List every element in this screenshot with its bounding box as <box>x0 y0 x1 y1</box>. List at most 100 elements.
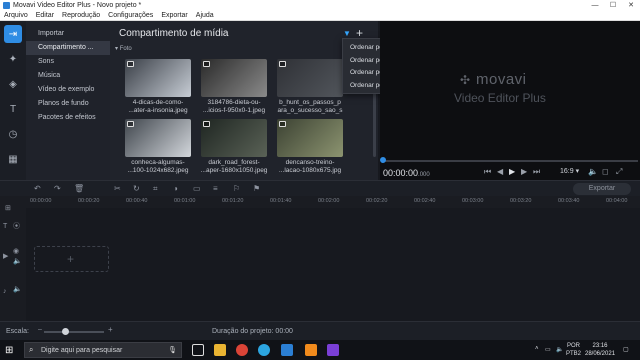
movavi-taskbar-icon[interactable] <box>281 344 293 356</box>
notifications-icon[interactable]: ▢ <box>623 346 629 353</box>
step-forward-icon[interactable]: ▶ <box>521 167 527 176</box>
ruler-tick-label: 00:01:40 <box>270 198 292 204</box>
scrubber-handle[interactable] <box>380 157 386 163</box>
play-icon[interactable]: ▶ <box>509 167 515 176</box>
window-title: Movavi Video Editor Plus - Novo projeto … <box>13 2 142 9</box>
ruler-tick-label: 00:01:20 <box>222 198 244 204</box>
media-thumbnail[interactable] <box>201 59 267 97</box>
video-track-icon: ▶ <box>3 253 9 260</box>
player-brand: movavi <box>476 71 527 88</box>
delete-icon[interactable]: 🗑 <box>74 184 84 193</box>
close-button[interactable]: ✕ <box>622 0 640 11</box>
menu-arquivo[interactable]: Arquivo <box>4 11 28 20</box>
category-compartimento[interactable]: Compartimento ... <box>26 41 110 55</box>
aspect-ratio-select[interactable]: 16:9 ▾ <box>560 167 579 175</box>
category-importar[interactable]: Importar <box>26 27 110 41</box>
ruler-tick-label: 00:04:00 <box>606 198 628 204</box>
media-thumbnail-label: b_hunt_os_passos_p ara_o_sucesso_sao_s <box>277 99 343 114</box>
sort-filter-icon[interactable]: ▼ <box>343 30 351 38</box>
add-clip-icon[interactable]: + <box>67 252 74 266</box>
skip-back-icon[interactable]: ⏮ <box>484 167 491 177</box>
import-tool-icon[interactable]: ⇥ <box>4 25 22 43</box>
transition-icon[interactable]: ▭ <box>193 184 201 193</box>
volume-tray-icon[interactable]: 🔈 <box>556 346 563 353</box>
crop-icon[interactable]: ⌗ <box>153 184 158 194</box>
titles-tool-icon[interactable]: T <box>4 100 22 118</box>
app-icon[interactable] <box>327 344 339 356</box>
audio-track-mute-icon[interactable]: 🔈 <box>13 285 22 293</box>
zoom-in-icon[interactable]: + <box>108 325 113 334</box>
fullscreen-icon[interactable]: ⤢ <box>616 167 622 177</box>
category-sons[interactable]: Sons <box>26 55 110 69</box>
category-planos-fundo[interactable]: Planos de fundo <box>26 97 110 111</box>
rotate-icon[interactable]: ↻ <box>133 184 140 193</box>
volume-icon[interactable]: 🔈 <box>588 167 598 176</box>
zoom-slider[interactable] <box>44 331 104 333</box>
movavi-logo-icon: ✣ <box>460 73 471 87</box>
playback-scrubber[interactable] <box>382 160 638 162</box>
snapshot-icon[interactable]: ◻ <box>602 167 609 176</box>
image-type-icon <box>279 121 286 127</box>
zoom-slider-handle[interactable] <box>62 328 69 335</box>
timeline-ruler[interactable]: 00:00:00 00:00:20 00:00:40 00:01:00 00:01:20… <box>26 196 640 208</box>
menu-bar: Arquivo Editar Reprodução Configurações … <box>0 11 640 21</box>
category-video-exemplo[interactable]: Vídeo de exemplo <box>26 83 110 97</box>
category-musica[interactable]: Música <box>26 69 110 83</box>
taskbar-search[interactable]: ⌕ Digite aqui para pesquisar 🎙 <box>24 342 182 358</box>
language-indicator[interactable]: POR PTB2 <box>566 342 581 358</box>
zoom-out-icon[interactable]: – <box>38 326 42 333</box>
image-type-icon <box>203 121 210 127</box>
media-thumbnail[interactable] <box>125 59 191 97</box>
windows-start-icon[interactable]: ⊞ <box>5 345 13 356</box>
more-tools-icon[interactable]: ▦ <box>4 150 22 168</box>
media-thumbnail[interactable] <box>277 119 343 157</box>
player-preview: ✣ movavi Video Editor Plus 00:00:00.000 … <box>380 21 640 180</box>
video-track-visibility-icon[interactable]: ◉ <box>13 247 19 255</box>
tray-chevron-icon[interactable]: ˄ <box>535 346 539 352</box>
image-type-icon <box>279 61 286 67</box>
video-track-mute-icon[interactable]: 🔈 <box>13 257 22 265</box>
magic-tool-icon[interactable]: ✦ <box>4 50 22 68</box>
search-icon: ⌕ <box>29 345 34 354</box>
category-pacotes-efeitos[interactable]: Pacotes de efeitos <box>26 111 110 125</box>
menu-editar[interactable]: Editar <box>36 11 54 20</box>
step-back-icon[interactable]: ◀ <box>497 167 503 176</box>
menu-configuracoes[interactable]: Configurações <box>108 11 153 20</box>
color-adjust-icon[interactable]: ◑ <box>173 184 178 193</box>
minimize-button[interactable]: — <box>586 0 604 11</box>
section-foto[interactable]: ▾ Foto <box>115 45 132 52</box>
microphone-icon[interactable]: 🎙 <box>168 346 177 354</box>
chrome-icon[interactable] <box>236 344 248 356</box>
marker-icon[interactable]: ⚐ <box>233 184 240 193</box>
redo-icon[interactable]: ↷ <box>54 184 61 193</box>
add-track-icon[interactable]: ⊞ <box>5 204 11 212</box>
file-explorer-icon[interactable] <box>214 344 226 356</box>
menu-ajuda[interactable]: Ajuda <box>196 11 214 20</box>
title-bar: Movavi Video Editor Plus - Novo projeto … <box>0 0 640 11</box>
media-thumbnail[interactable] <box>201 119 267 157</box>
menu-exportar[interactable]: Exportar <box>161 11 187 20</box>
menu-reproducao[interactable]: Reprodução <box>62 11 100 20</box>
maximize-button[interactable]: ☐ <box>604 0 622 11</box>
export-button[interactable]: Exportar <box>573 183 631 195</box>
title-track-lock-icon[interactable]: ⦿ <box>13 221 20 231</box>
task-view-icon[interactable] <box>192 344 204 356</box>
undo-icon[interactable]: ↶ <box>34 184 41 193</box>
filters-tool-icon[interactable]: ◈ <box>4 75 22 93</box>
timeline-tracks[interactable]: + <box>26 208 640 321</box>
flag-icon[interactable]: ⚑ <box>253 184 260 193</box>
split-icon[interactable]: ✂ <box>114 184 121 193</box>
drop-media-zone[interactable]: + <box>34 246 109 272</box>
telegram-icon[interactable] <box>258 344 270 356</box>
network-icon[interactable]: ▭ <box>545 346 551 353</box>
audio-track-icon: ♪ <box>3 288 7 295</box>
audio-icon[interactable]: ≡ <box>213 184 218 193</box>
ruler-tick-label: 00:01:00 <box>174 198 196 204</box>
track-controls: ⊞ T ⦿ ▶ ◉ 🔈 ♪ 🔈 <box>0 196 26 321</box>
clock[interactable]: 23:16 28/06/2021 <box>585 342 615 358</box>
media-thumbnail[interactable] <box>277 59 343 97</box>
vlc-icon[interactable] <box>305 344 317 356</box>
stickers-tool-icon[interactable]: ◷ <box>4 125 22 143</box>
media-thumbnail[interactable] <box>125 119 191 157</box>
skip-forward-icon[interactable]: ⏭ <box>533 167 540 177</box>
